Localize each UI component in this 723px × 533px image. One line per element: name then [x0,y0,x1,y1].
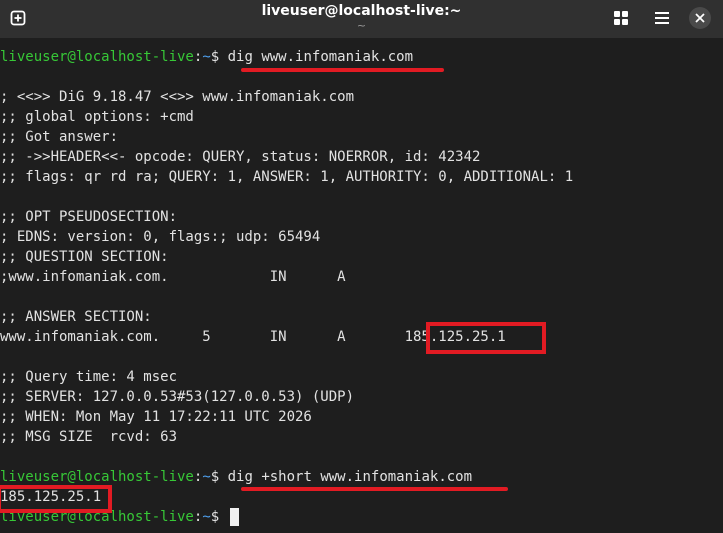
close-button[interactable] [686,5,714,31]
grid-icon [614,11,628,25]
prompt-symbol: $ [210,509,228,525]
hamburger-menu-icon [655,12,669,24]
output-line: ;; ->>HEADER<<- opcode: QUERY, status: N… [0,149,481,165]
output-line: ;www.infomaniak.com. IN A [0,269,346,285]
annotation-box-answer-ip [426,322,546,354]
output-line: ;; WHEN: Mon May 11 17:22:11 UTC 2026 [0,409,312,425]
prompt-symbol: $ [210,49,228,65]
output-line: ; EDNS: version: 0, flags:; udp: 65494 [0,229,321,245]
main-menu-button[interactable] [648,5,676,31]
text-cursor [229,508,239,526]
annotation-underline-command-2 [241,487,508,491]
output-line: ;; QUESTION SECTION: [0,249,169,265]
output-line: ; <<>> DiG 9.18.47 <<>> www.infomaniak.c… [0,89,355,105]
terminal-output[interactable]: liveuser@localhost-live:~$ dig www.infom… [0,44,723,533]
terminal-window: liveuser@localhost-live:~ ~ liveuser@loc… [0,0,723,533]
prompt-path: ~ [202,509,211,525]
output-line: ;; SERVER: 127.0.0.53#53(127.0.0.53) (UD… [0,389,355,405]
close-button-circle [689,7,711,29]
prompt-host: liveuser@localhost-live [0,49,194,65]
prompt-symbol: $ [210,469,228,485]
overview-button[interactable] [607,5,635,31]
prompt-path: ~ [202,469,211,485]
output-line: ;; MSG SIZE rcvd: 63 [0,429,178,445]
output-line: ;; flags: qr rd ra; QUERY: 1, ANSWER: 1,… [0,169,574,185]
command-line-1: liveuser@localhost-live:~$ dig www.infom… [0,47,413,67]
output-line: ;; Query time: 4 msec [0,369,178,385]
annotation-underline-command-1 [241,68,444,72]
output-line: ;; global options: +cmd [0,109,194,125]
output-line: ;; ANSWER SECTION: [0,309,152,325]
output-line: ;; OPT PSEUDOSECTION: [0,209,178,225]
prompt-host: liveuser@localhost-live [0,469,194,485]
output-line: ;; Got answer: [0,129,119,145]
command-line-2: liveuser@localhost-live:~$ dig +short ww… [0,467,472,487]
close-icon [695,13,705,23]
titlebar: liveuser@localhost-live:~ ~ [0,0,723,38]
prompt-path: ~ [202,49,211,65]
command-text: dig www.infomaniak.com [227,49,414,65]
annotation-box-short-result [0,485,112,513]
command-text: dig +short www.infomaniak.com [227,469,473,485]
